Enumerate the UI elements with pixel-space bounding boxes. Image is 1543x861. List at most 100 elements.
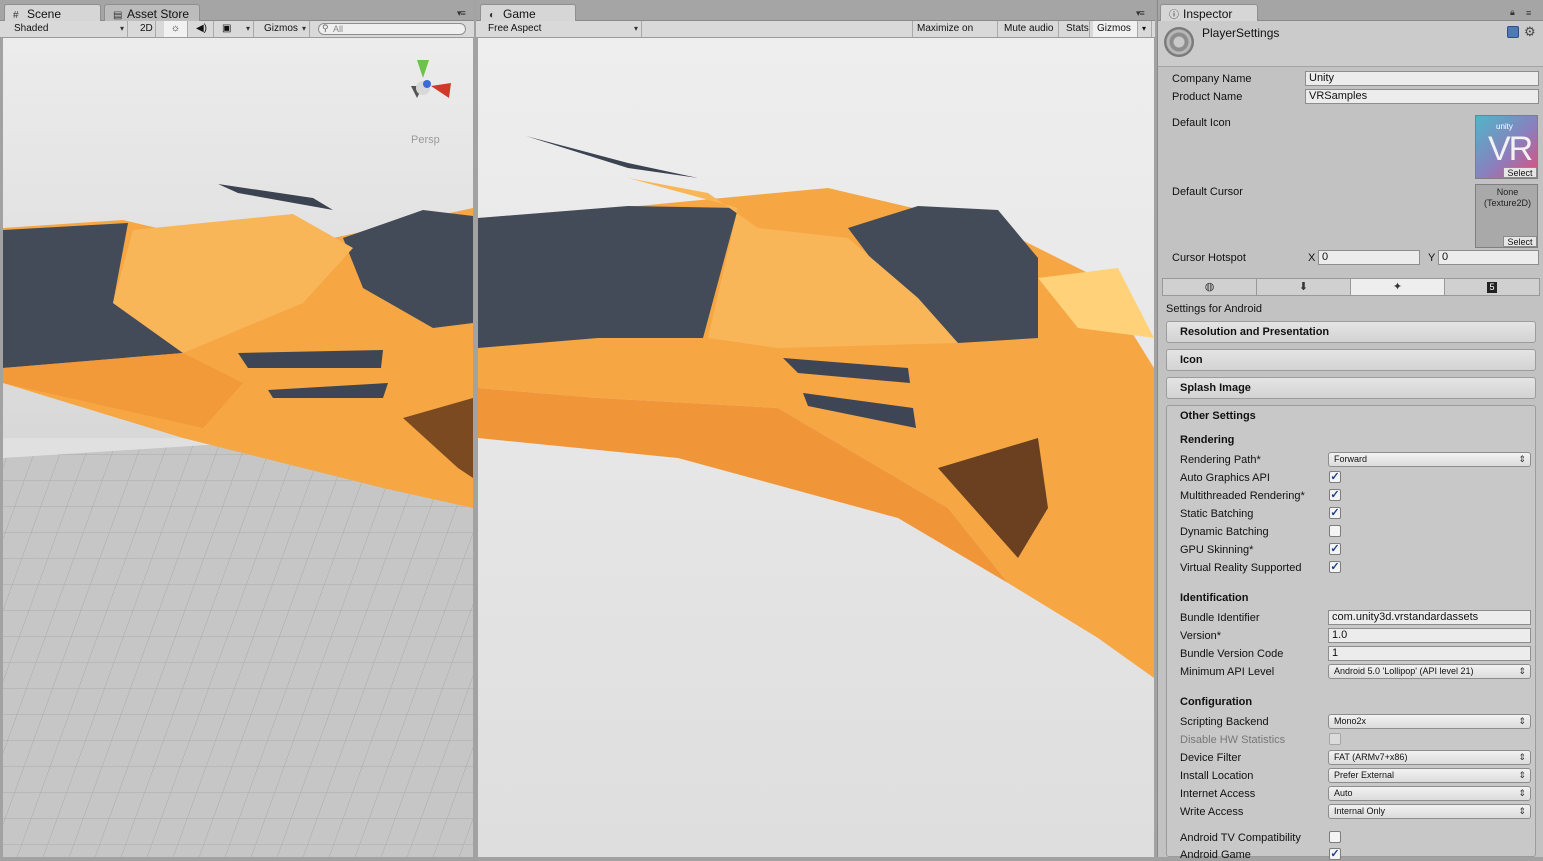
inspector-menu-icon[interactable]: ≡ (1526, 8, 1531, 18)
game-render (478, 38, 1154, 857)
game-toolbar: Free Aspect Maximize on Play Mute audio … (476, 21, 1155, 50)
panel-menu-icon[interactable]: ▾≡ (457, 8, 466, 19)
foldout-icon[interactable]: Icon (1166, 349, 1536, 371)
gizmos-dropdown-icon[interactable]: ▾ (1138, 21, 1152, 37)
store-icon: ▤ (113, 10, 123, 21)
foldout-resolution[interactable]: Resolution and Presentation (1166, 321, 1536, 343)
dynamic-batching-label: Dynamic Batching (1180, 526, 1269, 538)
search-icon: ⚲ (322, 23, 329, 33)
bundle-code-field[interactable]: 1 (1328, 646, 1531, 661)
tab-asset-store[interactable]: ▤ Asset Store (104, 4, 200, 21)
tab-asset-store-label: Asset Store (127, 7, 190, 21)
rendering-header: Rendering (1180, 434, 1235, 446)
platform-tab-download[interactable]: ⬇ (1257, 279, 1351, 295)
tab-scene[interactable]: # Scene (4, 4, 101, 21)
info-icon: ⓘ (1169, 10, 1179, 21)
rendering-path-dropdown[interactable]: Forward (1328, 452, 1531, 467)
version-field[interactable]: 1.0 (1328, 628, 1531, 643)
default-icon-select-button[interactable]: Select (1503, 167, 1537, 178)
disable-hw-label: Disable HW Statistics (1180, 734, 1286, 746)
help-book-icon[interactable] (1507, 26, 1519, 38)
vr-logo-text: VR (1488, 130, 1533, 168)
write-access-dropdown[interactable]: Internal Only (1328, 804, 1531, 819)
game-icon: ◐ (489, 10, 496, 21)
multithreaded-checkbox[interactable]: ✓ (1329, 489, 1341, 501)
android-icon: ✦ (1392, 281, 1403, 293)
tab-inspector-label: Inspector (1183, 7, 1233, 21)
dynamic-batching-checkbox[interactable] (1329, 525, 1341, 537)
configuration-header: Configuration (1180, 696, 1253, 708)
static-batching-checkbox[interactable]: ✓ (1329, 507, 1341, 519)
game-panel-menu-icon[interactable]: ▾≡ (1136, 8, 1145, 19)
scene-gizmos-dropdown[interactable]: Gizmos (260, 21, 310, 37)
hotspot-y-label: Y (1428, 252, 1436, 264)
mute-audio-toggle[interactable]: Mute audio (1000, 21, 1059, 37)
gpu-skinning-label: GPU Skinning* (1180, 544, 1254, 556)
min-api-dropdown[interactable]: Android 5.0 'Lollipop' (API level 21) (1328, 664, 1531, 679)
scene-search-input[interactable]: ⚲ All (318, 23, 466, 35)
scripting-backend-dropdown[interactable]: Mono2x (1328, 714, 1531, 729)
inspector-title: PlayerSettings (1202, 26, 1280, 40)
disable-hw-checkbox (1329, 733, 1341, 745)
settings-for-label: Settings for Android (1166, 303, 1263, 315)
mode-2d-button[interactable]: 2D (136, 21, 156, 37)
device-filter-dropdown[interactable]: FAT (ARMv7+x86) (1328, 750, 1531, 765)
android-game-checkbox[interactable]: ✓ (1329, 848, 1341, 860)
download-icon: ⬇ (1298, 281, 1309, 293)
company-name-label: Company Name (1172, 73, 1252, 85)
aspect-dropdown[interactable]: Free Aspect (484, 21, 642, 37)
html5-icon: 5 (1487, 282, 1497, 293)
player-settings-gear-icon (1164, 27, 1194, 57)
effects-dropdown-icon[interactable]: ▣ (218, 21, 254, 37)
device-filter-label: Device Filter (1180, 752, 1242, 764)
vr-supported-label: Virtual Reality Supported (1180, 562, 1302, 574)
hotspot-y-field[interactable]: 0 (1438, 250, 1539, 265)
foldout-splash[interactable]: Splash Image (1166, 377, 1536, 399)
android-tv-checkbox[interactable] (1329, 831, 1341, 843)
cursor-none-text: None (1496, 187, 1519, 197)
game-gizmos-toggle[interactable]: Gizmos (1093, 21, 1138, 37)
default-icon-slot[interactable]: unity VR Select (1475, 115, 1538, 179)
tab-game[interactable]: ◐ Game (480, 4, 576, 21)
identification-header: Identification (1180, 592, 1249, 604)
default-cursor-select-button[interactable]: Select (1503, 236, 1537, 247)
maximize-on-play-toggle[interactable]: Maximize on Play (912, 21, 998, 50)
vr-supported-checkbox[interactable]: ✓ (1329, 561, 1341, 573)
android-game-label: Android Game (1180, 849, 1251, 861)
company-name-field[interactable]: Unity (1305, 71, 1539, 86)
multithreaded-label: Multithreaded Rendering* (1180, 490, 1305, 502)
tab-game-label: Game (503, 7, 536, 21)
globe-icon: ◍ (1204, 281, 1215, 293)
game-viewport[interactable] (478, 38, 1154, 857)
default-cursor-label: Default Cursor (1172, 186, 1243, 198)
android-tv-label: Android TV Compatibility (1180, 832, 1301, 844)
shading-mode-dropdown[interactable]: Shaded (10, 21, 128, 37)
platform-tab-android[interactable]: ✦ (1351, 279, 1445, 295)
product-name-field[interactable]: VRSamples (1305, 89, 1539, 104)
settings-gear-icon[interactable]: ⚙ (1524, 24, 1536, 40)
scene-viewport[interactable]: Persp (3, 38, 473, 857)
internet-access-label: Internet Access (1180, 788, 1256, 800)
hotspot-x-field[interactable]: 0 (1318, 250, 1420, 265)
install-location-label: Install Location (1180, 770, 1254, 782)
min-api-label: Minimum API Level (1180, 666, 1275, 678)
tab-inspector[interactable]: ⓘ Inspector (1160, 4, 1258, 21)
install-location-dropdown[interactable]: Prefer External (1328, 768, 1531, 783)
cursor-type-text: (Texture2D) (1483, 198, 1531, 208)
internet-access-dropdown[interactable]: Auto (1328, 786, 1531, 801)
bundle-id-field[interactable]: com.unity3d.vrstandardassets (1328, 610, 1531, 625)
auto-graphics-label: Auto Graphics API (1180, 472, 1270, 484)
cursor-hotspot-label: Cursor Hotspot (1172, 252, 1246, 264)
auto-graphics-checkbox[interactable]: ✓ (1329, 471, 1341, 483)
scene-render: Persp (3, 38, 473, 857)
lock-icon[interactable]: 🔒︎ (1510, 7, 1515, 18)
gpu-skinning-checkbox[interactable]: ✓ (1329, 543, 1341, 555)
platform-tab-webgl[interactable]: 5 (1445, 279, 1539, 295)
default-cursor-slot[interactable]: None (Texture2D) Select (1475, 184, 1538, 248)
lighting-toggle-icon[interactable]: ☼ (164, 21, 188, 37)
stats-toggle[interactable]: Stats (1062, 21, 1090, 37)
platform-tabs: ◍ ⬇ ✦ 5 (1162, 278, 1540, 296)
platform-tab-standalone[interactable]: ◍ (1163, 279, 1257, 295)
audio-toggle-icon[interactable]: ◀) (190, 21, 214, 37)
product-name-label: Product Name (1172, 91, 1243, 103)
